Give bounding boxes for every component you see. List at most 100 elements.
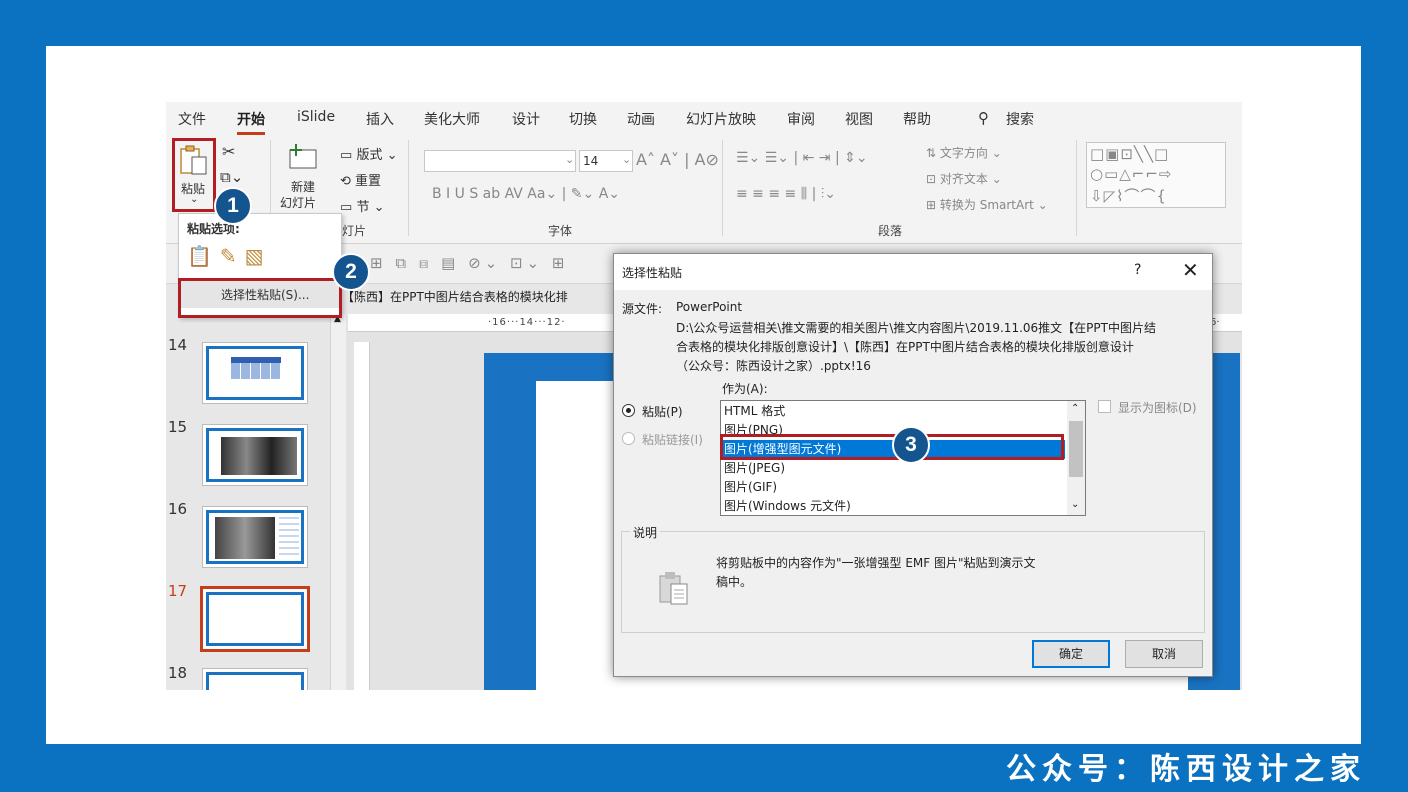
- slide-thumbnails: 14 15 16 17 18: [166, 312, 346, 690]
- description-label: 说明: [630, 524, 661, 541]
- font-size-dropdown[interactable]: 14 ⌄: [579, 150, 633, 172]
- new-slide-icon: [289, 144, 317, 169]
- source-path-1: D:\公众号运营相关\推文需要的相关图片\推文内容图片\2019.11.06推文…: [676, 321, 1156, 335]
- source-path-2: 合表格的模块化排版创意设计】\【陈西】在PPT中图片结合表格的模块化排版创意设计: [676, 340, 1134, 354]
- font-name-dropdown[interactable]: ⌄: [424, 150, 576, 172]
- toolbar-icons[interactable]: ⊞ ⧉ ⧈ ▤ ⊘⌄ ⊡⌄ ⊞: [370, 254, 568, 272]
- description-group: 说明 将剪贴板中的内容作为"一张增强型 EMF 图片"粘贴到演示文 稿中。: [621, 524, 1205, 633]
- smartart-button[interactable]: ⊞ 转换为 SmartArt ⌄: [926, 196, 1048, 213]
- help-icon[interactable]: ?: [1134, 262, 1141, 278]
- slide-number-current: 17: [168, 582, 188, 600]
- tab-transitions[interactable]: 切换: [569, 109, 597, 129]
- font-format-icons[interactable]: B I U S ab AV Aa⌄ | ✎⌄ A⌄: [432, 186, 620, 202]
- text-direction-icon: ⇅: [926, 146, 937, 160]
- slide-number: 15: [168, 418, 188, 436]
- cut-icon[interactable]: ✂: [222, 142, 235, 161]
- tab-review[interactable]: 审阅: [787, 109, 815, 129]
- radio-paste-label: 粘贴(P): [642, 405, 683, 419]
- reset-icon: ⟲: [340, 174, 351, 189]
- tab-insert[interactable]: 插入: [366, 109, 394, 129]
- paragraph-group-label: 段落: [878, 224, 903, 238]
- thumbnail-scrollbar[interactable]: ▲: [330, 314, 346, 690]
- tab-meihua[interactable]: 美化大师: [424, 109, 480, 129]
- cancel-button[interactable]: 取消: [1125, 640, 1203, 668]
- show-icon-checkbox[interactable]: [1098, 400, 1111, 413]
- ruler-label: ·16···14···12·: [488, 317, 566, 328]
- search-icon[interactable]: ⚲: [978, 109, 989, 127]
- highlight-paste-special: [178, 278, 342, 318]
- ok-button[interactable]: 确定: [1032, 640, 1110, 668]
- text-direction-label: 文字方向: [939, 146, 988, 160]
- section-label: 节: [356, 200, 370, 215]
- slide-thumb-18[interactable]: [202, 668, 308, 690]
- chevron-up-icon[interactable]: ⌃: [1071, 403, 1079, 414]
- font-group-label: 字体: [548, 224, 573, 238]
- new-slide-label-2: 幻灯片: [280, 196, 317, 210]
- powerpoint-window: 文件 开始 iSlide 插入 美化大师 设计 切换 动画 幻灯片放映 审阅 视…: [166, 102, 1242, 690]
- shapes-gallery[interactable]: □▣⊡╲╲□ ○▭△⌐⌐⇨ ⇩◸⌇⌒⌒{: [1086, 142, 1226, 208]
- tab-slideshow[interactable]: 幻灯片放映: [686, 109, 756, 129]
- description-text-1: 将剪贴板中的内容作为"一张增强型 EMF 图片"粘贴到演示文: [716, 556, 1036, 570]
- divider: [1076, 140, 1077, 236]
- align-text-icon: ⊡: [926, 172, 937, 186]
- step-badge-2: 2: [332, 253, 370, 291]
- slide-number: 16: [168, 500, 188, 518]
- divider: [722, 140, 723, 236]
- format-item[interactable]: 图片(GIF): [723, 478, 1065, 497]
- source-path-3: （公众号：陈西设计之家）.pptx!16: [676, 359, 871, 373]
- format-item[interactable]: 图片(JPEG): [723, 459, 1065, 478]
- list-icons[interactable]: ☰⌄ ☰⌄ | ⇤ ⇥ | ⇕⌄: [736, 150, 868, 166]
- ribbon-tabs: 文件 开始 iSlide 插入 美化大师 设计 切换 动画 幻灯片放映 审阅 视…: [166, 102, 1242, 135]
- align-text-button[interactable]: ⊡ 对齐文本 ⌄: [926, 170, 1002, 187]
- chevron-down-icon: ⌄: [565, 153, 575, 166]
- text-direction-button[interactable]: ⇅ 文字方向 ⌄: [926, 144, 1002, 161]
- reset-button[interactable]: ⟲ 重置: [340, 170, 381, 189]
- format-list-scrollbar[interactable]: ⌃ ⌄: [1067, 401, 1085, 515]
- slide-thumb-14[interactable]: [202, 342, 308, 404]
- radio-paste-link[interactable]: [622, 432, 635, 445]
- slide-thumb-17[interactable]: [200, 586, 310, 652]
- new-slide-label: 新建: [291, 180, 316, 194]
- shapes-icons-3: ⇩◸⌇⌒⌒{: [1090, 187, 1167, 205]
- description-text-2: 稿中。: [716, 575, 753, 589]
- chevron-down-icon[interactable]: ⌄: [1071, 499, 1079, 510]
- slide-thumb-15[interactable]: [202, 424, 308, 486]
- dialog-title: 选择性粘贴: [622, 266, 683, 280]
- font-grow-shrink-icons[interactable]: A˄ A˅ | A⊘: [636, 150, 719, 169]
- divider: [408, 140, 409, 236]
- layout-label: 版式: [356, 148, 383, 163]
- new-slide-button[interactable]: 新建 幻灯片: [278, 142, 326, 210]
- slides-group-label: 灯片: [342, 224, 367, 238]
- tab-search[interactable]: 搜索: [1006, 109, 1034, 129]
- vertical-ruler: [354, 342, 370, 690]
- close-icon[interactable]: ✕: [1182, 258, 1199, 282]
- shapes-icons-2: ○▭△⌐⌐⇨: [1090, 165, 1173, 183]
- tab-design[interactable]: 设计: [512, 109, 540, 129]
- slide-thumb-16[interactable]: [202, 506, 308, 568]
- paste-option-icons[interactable]: 📋✎▧: [187, 244, 272, 268]
- step-badge-3: 3: [892, 426, 930, 464]
- document-tab[interactable]: 【陈西】在PPT中图片结合表格的模块化排: [342, 288, 568, 305]
- tab-home[interactable]: 开始: [237, 109, 265, 135]
- show-icon-label: 显示为图标(D): [1118, 401, 1197, 415]
- slide-number: 18: [168, 664, 188, 682]
- format-item[interactable]: HTML 格式: [723, 402, 1065, 421]
- as-label: 作为(A):: [722, 382, 768, 396]
- tab-animations[interactable]: 动画: [627, 109, 655, 129]
- shapes-icons: □▣⊡╲╲□: [1090, 145, 1170, 163]
- radio-paste[interactable]: [622, 404, 635, 417]
- copy-icon[interactable]: ⧉⌄: [220, 168, 243, 186]
- layout-icon: ▭: [340, 148, 353, 163]
- scroll-thumb[interactable]: [1069, 421, 1083, 477]
- paste-special-dialog: 选择性粘贴 ? ✕ 源文件: PowerPoint D:\公众号运营相关\推文需…: [613, 253, 1213, 677]
- tab-file[interactable]: 文件: [178, 109, 206, 129]
- align-icons[interactable]: ≡ ≡ ≡ ≡ ⫼ | ⫶⌄: [736, 186, 836, 202]
- tab-help[interactable]: 帮助: [903, 109, 931, 129]
- format-item[interactable]: 图片(Windows 元文件): [723, 497, 1065, 515]
- tab-islide[interactable]: iSlide: [297, 109, 335, 125]
- layout-button[interactable]: ▭ 版式 ⌄: [340, 144, 397, 163]
- reset-label: 重置: [355, 174, 382, 189]
- tab-view[interactable]: 视图: [845, 109, 873, 129]
- highlight-paste-button: [172, 138, 216, 212]
- section-button[interactable]: ▭ 节 ⌄: [340, 196, 384, 215]
